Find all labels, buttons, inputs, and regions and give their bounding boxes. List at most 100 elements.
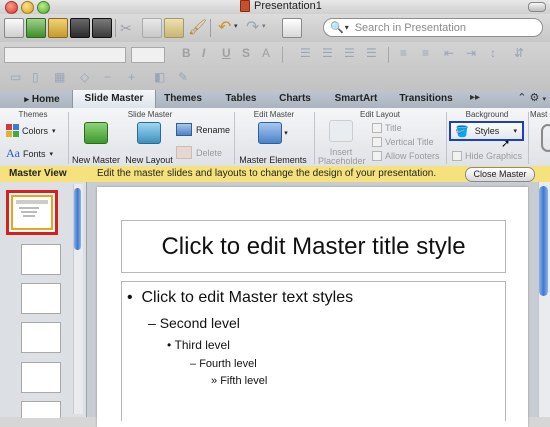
title-placeholder[interactable]: Click to edit Master title style <box>121 220 506 273</box>
justify-icon[interactable]: ☰ <box>366 46 377 60</box>
redo-dropdown-icon[interactable]: ▾ <box>262 22 266 30</box>
title-checkbox-row[interactable]: Title <box>372 122 402 134</box>
toolbar-toggle-button[interactable] <box>528 2 546 12</box>
numbering-icon[interactable]: ≡ <box>422 46 429 60</box>
tab-smartart[interactable]: SmartArt <box>328 90 384 108</box>
title-checkbox[interactable] <box>372 123 382 134</box>
thumbnail-layout-3[interactable] <box>21 322 61 353</box>
text-level-1-label: Click to edit Master text styles <box>141 289 354 306</box>
decrease-indent-icon[interactable]: ⇤ <box>444 46 454 60</box>
shape-icon[interactable]: ◇ <box>80 70 89 84</box>
cut-icon[interactable]: ✂ <box>120 20 132 37</box>
collapse-ribbon-icon[interactable]: ▸ <box>24 94 29 104</box>
font-name-field[interactable] <box>4 47 126 63</box>
settings-dropdown-icon[interactable]: ▾ <box>542 96 546 103</box>
open-folder-icon[interactable] <box>48 18 68 38</box>
hide-graphics-checkbox[interactable] <box>452 151 462 162</box>
print-icon[interactable] <box>92 18 112 38</box>
tab-themes[interactable]: Themes <box>158 90 208 108</box>
master-elements-dropdown-icon: ▾ <box>284 130 288 137</box>
bullet-icon: • <box>167 338 172 352</box>
minimize-window-button[interactable] <box>21 1 34 14</box>
ribbon-settings-icon[interactable]: ⚙ <box>530 92 540 104</box>
search-options-icon[interactable]: ▾ <box>345 23 349 32</box>
master-view-description: Edit the master slides and layouts to ch… <box>97 168 437 179</box>
strikethrough-button[interactable]: A <box>262 46 270 60</box>
fonts-dropdown-icon: ▾ <box>49 150 54 158</box>
new-slide-icon[interactable] <box>26 18 46 38</box>
undo-icon[interactable]: ↶ <box>218 17 231 37</box>
line-color-icon[interactable]: ✎ <box>178 70 188 84</box>
allow-footers-checkbox[interactable] <box>372 151 382 162</box>
tab-home[interactable]: ▸ Home <box>14 90 70 108</box>
vertical-title-checkbox[interactable] <box>372 137 382 148</box>
collapse-ribbon-toggle-icon[interactable]: ⌃ <box>517 92 526 104</box>
align-left-icon[interactable]: ☰ <box>300 46 311 60</box>
table-icon[interactable] <box>282 18 302 38</box>
shadow-button[interactable]: S <box>242 46 250 60</box>
fonts-button[interactable]: Aa Fonts ▾ <box>6 146 53 161</box>
zoom-window-button[interactable] <box>37 1 50 14</box>
decrease-size-icon[interactable]: − <box>104 70 111 84</box>
group-title-background: Background <box>465 110 509 119</box>
rename-button[interactable]: Rename <box>176 123 230 136</box>
more-tabs-icon[interactable]: ▸▸ <box>470 92 480 103</box>
new-master-icon <box>84 122 108 144</box>
increase-indent-icon[interactable]: ⇥ <box>466 46 476 60</box>
master-elements-button[interactable]: ▾ Master Elements <box>238 122 308 165</box>
format-painter-icon[interactable]: 🖌 <box>188 18 207 36</box>
font-size-field[interactable] <box>131 47 165 63</box>
text-direction-icon[interactable]: ⇵ <box>514 46 524 60</box>
canvas-scroll-thumb[interactable] <box>539 186 548 296</box>
fonts-label: Fonts <box>23 148 46 159</box>
insert-placeholder-button[interactable]: Insert Placeholder <box>318 120 366 166</box>
tab-tables[interactable]: Tables <box>216 90 266 108</box>
save-icon[interactable] <box>70 18 90 38</box>
body-placeholder[interactable]: • Click to edit Master text styles – Sec… <box>121 281 506 421</box>
allow-footers-checkbox-row[interactable]: Allow Footers <box>372 150 440 162</box>
tab-transitions[interactable]: Transitions <box>394 90 458 108</box>
thumbnails-scroll-thumb[interactable] <box>74 188 81 250</box>
new-master-button[interactable]: New Master <box>72 122 120 165</box>
group-separator <box>446 112 447 164</box>
new-layout-button[interactable]: New Layout <box>124 122 174 165</box>
thumbnail-text-line <box>23 215 35 217</box>
align-right-icon[interactable]: ☰ <box>344 46 355 60</box>
thumbnail-layout-2[interactable] <box>21 283 61 314</box>
undo-dropdown-icon[interactable]: ▾ <box>234 22 238 30</box>
fill-icon[interactable]: ◧ <box>154 70 165 84</box>
new-presentation-icon[interactable] <box>4 18 24 38</box>
thumbnail-layout-4[interactable] <box>21 362 61 393</box>
colors-button[interactable]: Colors ▾ <box>6 124 56 137</box>
align-center-icon[interactable]: ☰ <box>322 46 333 60</box>
close-window-button[interactable] <box>5 1 18 14</box>
thumbnail-layout-5[interactable] <box>21 401 61 418</box>
thumbnail-layout-1[interactable] <box>21 244 61 275</box>
increase-size-icon[interactable]: + <box>128 70 135 84</box>
text-box-icon[interactable]: ▭ <box>10 70 21 84</box>
underline-button[interactable]: U <box>222 46 231 60</box>
hide-graphics-checkbox-row[interactable]: Hide Graphics <box>452 150 522 162</box>
italic-button[interactable]: I <box>202 46 205 60</box>
search-field[interactable]: 🔍 ▾ <box>323 18 543 37</box>
copy-icon[interactable] <box>142 18 162 38</box>
master-view-title: Master View <box>9 168 67 179</box>
search-input[interactable] <box>352 20 527 35</box>
delete-button[interactable]: Delete <box>176 146 222 159</box>
columns-icon[interactable]: ▯ <box>32 70 39 84</box>
tab-charts[interactable]: Charts <box>272 90 318 108</box>
thumbnail-slide-master[interactable] <box>6 190 58 235</box>
insert-placeholder-label: Insert Placeholder <box>318 147 366 166</box>
bold-button[interactable]: B <box>182 46 191 60</box>
arrange-icon[interactable]: ▦ <box>54 70 65 84</box>
background-styles-button[interactable]: 🪣 Styles ▾ <box>449 121 524 141</box>
redo-icon[interactable]: ↷ <box>246 17 259 37</box>
paste-icon[interactable] <box>164 18 184 38</box>
group-title-slide-master: Slide Master <box>127 110 173 119</box>
bullets-icon[interactable]: ≡ <box>400 46 407 60</box>
tab-slide-master[interactable]: Slide Master <box>72 90 156 108</box>
line-spacing-icon[interactable]: ↕ <box>490 46 496 60</box>
close-master-button[interactable]: Close Master <box>465 167 535 182</box>
vertical-title-checkbox-row[interactable]: Vertical Title <box>372 136 434 148</box>
overflow-group-icon[interactable] <box>541 124 550 152</box>
